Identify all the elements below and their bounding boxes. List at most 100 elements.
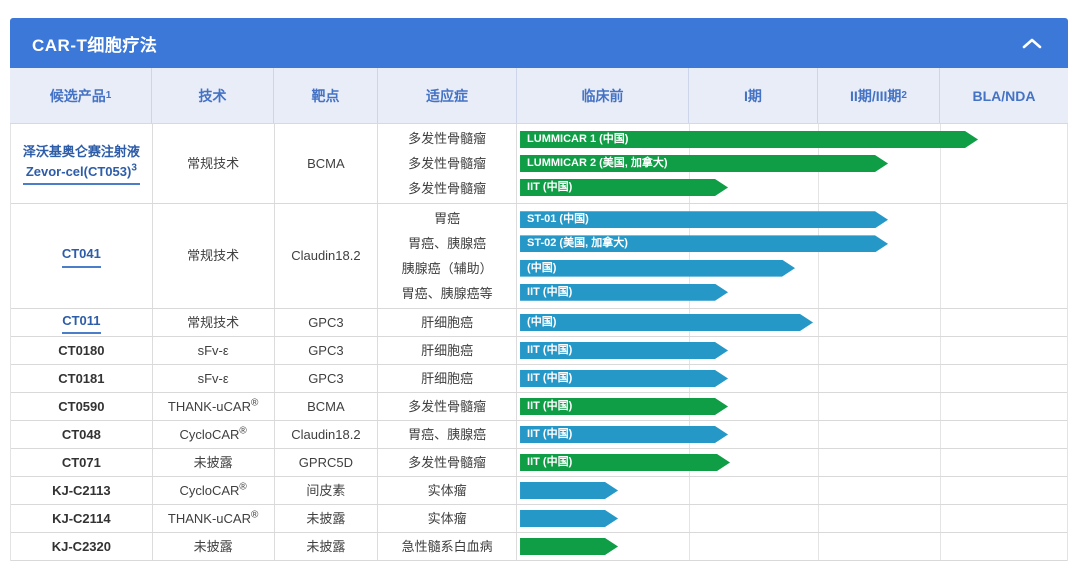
table-row: CT0590THANK-uCAR®BCMA多发性骨髓瘤IIT (中国) bbox=[11, 393, 1067, 421]
indication-cell: 实体瘤 bbox=[378, 477, 517, 504]
target-label: GPC3 bbox=[308, 370, 343, 388]
chevron-up-icon[interactable] bbox=[1022, 38, 1042, 49]
target-cell: 未披露 bbox=[275, 505, 379, 532]
indication-label: 多发性骨髓瘤 bbox=[408, 176, 486, 201]
table-row: CT011 常规技术 GPC3 肝细胞癌 (中国) bbox=[11, 309, 1067, 337]
trial-bar-label: ST-02 (美国, 加拿大) bbox=[520, 235, 628, 252]
trial-phase-cell: ST-01 (中国)ST-02 (美国, 加拿大)(中国)IIT (中国) bbox=[517, 204, 1067, 308]
trial-bar: LUMMICAR 1 (中国) bbox=[520, 131, 978, 148]
technology-label: CycloCAR® bbox=[179, 482, 246, 500]
technology-cell: 未披露 bbox=[153, 449, 275, 476]
technology-cell: sFv-ε bbox=[153, 337, 275, 364]
trial-phase-cell: IIT (中国) bbox=[517, 449, 1067, 476]
technology-label: sFv-ε bbox=[198, 370, 229, 388]
target-cell: BCMA bbox=[275, 124, 379, 203]
product-cell: KJ-C2320 bbox=[11, 533, 153, 560]
target-cell: GPC3 bbox=[275, 365, 379, 392]
target-label: BCMA bbox=[307, 155, 345, 173]
product-cell: CT0180 bbox=[11, 337, 153, 364]
technology-label: 未披露 bbox=[194, 454, 233, 472]
trial-bar-label: ST-01 (中国) bbox=[520, 211, 589, 228]
trial-bars: (中国) bbox=[517, 309, 1067, 336]
indication-cell: 急性髓系白血病 bbox=[378, 533, 517, 560]
indication-cell: 多发性骨髓瘤 bbox=[378, 449, 517, 476]
indication-cell: 多发性骨髓瘤多发性骨髓瘤多发性骨髓瘤 bbox=[378, 124, 517, 203]
indication-label: 肝细胞癌 bbox=[421, 338, 473, 363]
product-cell: CT048 bbox=[11, 421, 153, 448]
table-body: 泽沃基奥仑赛注射液Zevor-cel(CT053)3 常规技术 BCMA 多发性骨髓瘤… bbox=[10, 124, 1068, 561]
technology-label: sFv-ε bbox=[198, 342, 229, 360]
technology-label: THANK-uCAR® bbox=[168, 510, 258, 528]
target-label: 未披露 bbox=[306, 538, 345, 556]
table-row: CT0180 sFv-ε GPC3 肝细胞癌 IIT (中国) bbox=[11, 337, 1067, 365]
panel-titlebar[interactable]: CAR-T细胞疗法 bbox=[10, 18, 1068, 68]
target-cell: Claudin18.2 bbox=[275, 421, 379, 448]
technology-cell: sFv-ε bbox=[153, 365, 275, 392]
technology-label: 常规技术 bbox=[187, 314, 239, 332]
technology-cell: CycloCAR® bbox=[153, 421, 275, 448]
trial-phase-cell: IIT (中国) bbox=[517, 393, 1067, 420]
technology-label: 常规技术 bbox=[187, 155, 239, 173]
product-link[interactable]: CT041 bbox=[62, 244, 101, 267]
technology-cell: THANK-uCAR® bbox=[153, 393, 275, 420]
trial-bar bbox=[520, 482, 618, 499]
page: CAR-T细胞疗法 候选产品1 技术 靶点 适应症 临床前 I期 II期/III… bbox=[0, 0, 1080, 570]
target-cell: GPRC5D bbox=[275, 449, 379, 476]
target-cell: 未披露 bbox=[275, 533, 379, 560]
product-link[interactable]: 泽沃基奥仑赛注射液Zevor-cel(CT053)3 bbox=[23, 142, 140, 185]
header-candidate-product: 候选产品1 bbox=[10, 68, 152, 123]
header-preclinical: 临床前 bbox=[517, 68, 689, 123]
product-name: KJ-C2320 bbox=[52, 538, 111, 556]
target-label: GPRC5D bbox=[299, 454, 353, 472]
product-cell: KJ-C2113 bbox=[11, 477, 153, 504]
trial-bar bbox=[520, 510, 618, 527]
trial-bar: ST-02 (美国, 加拿大) bbox=[520, 235, 888, 252]
technology-cell: 常规技术 bbox=[153, 309, 275, 336]
trial-bar-label: LUMMICAR 1 (中国) bbox=[520, 131, 628, 148]
trial-bars: IIT (中国) bbox=[517, 421, 1067, 448]
indication-label: 胃癌、胰腺癌等 bbox=[402, 281, 493, 306]
trial-phase-cell: IIT (中国) bbox=[517, 421, 1067, 448]
technology-cell: 常规技术 bbox=[153, 204, 275, 308]
target-cell: GPC3 bbox=[275, 309, 379, 336]
trial-bar: (中国) bbox=[520, 314, 813, 331]
indication-label: 肝细胞癌 bbox=[421, 310, 473, 335]
target-cell: BCMA bbox=[275, 393, 379, 420]
table-row: CT071未披露GPRC5D多发性骨髓瘤IIT (中国) bbox=[11, 449, 1067, 477]
technology-label: 常规技术 bbox=[187, 247, 239, 265]
technology-cell: CycloCAR® bbox=[153, 477, 275, 504]
table-row: CT041常规技术Claudin18.2胃癌胃癌、胰腺癌胰腺癌（辅助）胃癌、胰腺… bbox=[11, 204, 1067, 309]
trial-bar-label: IIT (中国) bbox=[520, 284, 572, 301]
indication-cell: 实体瘤 bbox=[378, 505, 517, 532]
trial-bar: IIT (中国) bbox=[520, 426, 728, 443]
product-name: CT0181 bbox=[58, 370, 104, 388]
product-cell: 泽沃基奥仑赛注射液Zevor-cel(CT053)3 bbox=[11, 124, 153, 203]
indication-cell: 肝细胞癌 bbox=[378, 309, 517, 336]
indication-label: 多发性骨髓瘤 bbox=[408, 394, 486, 419]
target-cell: Claudin18.2 bbox=[275, 204, 379, 308]
header-target: 靶点 bbox=[274, 68, 378, 123]
trial-bar-label: (中国) bbox=[520, 314, 556, 331]
trial-bar: LUMMICAR 2 (美国, 加拿大) bbox=[520, 155, 888, 172]
indication-label: 胃癌 bbox=[434, 206, 460, 231]
indication-label: 实体瘤 bbox=[428, 478, 467, 503]
table-row: 泽沃基奥仑赛注射液Zevor-cel(CT053)3 常规技术 BCMA 多发性骨髓瘤… bbox=[11, 124, 1067, 204]
product-name: KJ-C2113 bbox=[52, 482, 111, 500]
header-phase1: I期 bbox=[689, 68, 818, 123]
panel-title: CAR-T细胞疗法 bbox=[32, 31, 157, 56]
trial-bar-label: IIT (中国) bbox=[520, 370, 572, 387]
trial-phase-cell: IIT (中国) bbox=[517, 337, 1067, 364]
indication-label: 急性髓系白血病 bbox=[402, 534, 493, 559]
trial-phase-cell: IIT (中国) bbox=[517, 365, 1067, 392]
indication-label: 多发性骨髓瘤 bbox=[408, 126, 486, 151]
trial-phase-cell: LUMMICAR 1 (中国)LUMMICAR 2 (美国, 加拿大)IIT (… bbox=[517, 124, 1067, 203]
product-cell: CT041 bbox=[11, 204, 153, 308]
trial-bars: IIT (中国) bbox=[517, 365, 1067, 392]
trial-phase-cell: (中国) bbox=[517, 309, 1067, 336]
indication-label: 多发性骨髓瘤 bbox=[408, 151, 486, 176]
table-row: KJ-C2320未披露未披露急性髓系白血病 bbox=[11, 533, 1067, 561]
target-label: GPC3 bbox=[308, 342, 343, 360]
technology-cell: 常规技术 bbox=[153, 124, 275, 203]
product-link[interactable]: CT011 bbox=[62, 311, 100, 334]
trial-bar: IIT (中国) bbox=[520, 454, 730, 471]
